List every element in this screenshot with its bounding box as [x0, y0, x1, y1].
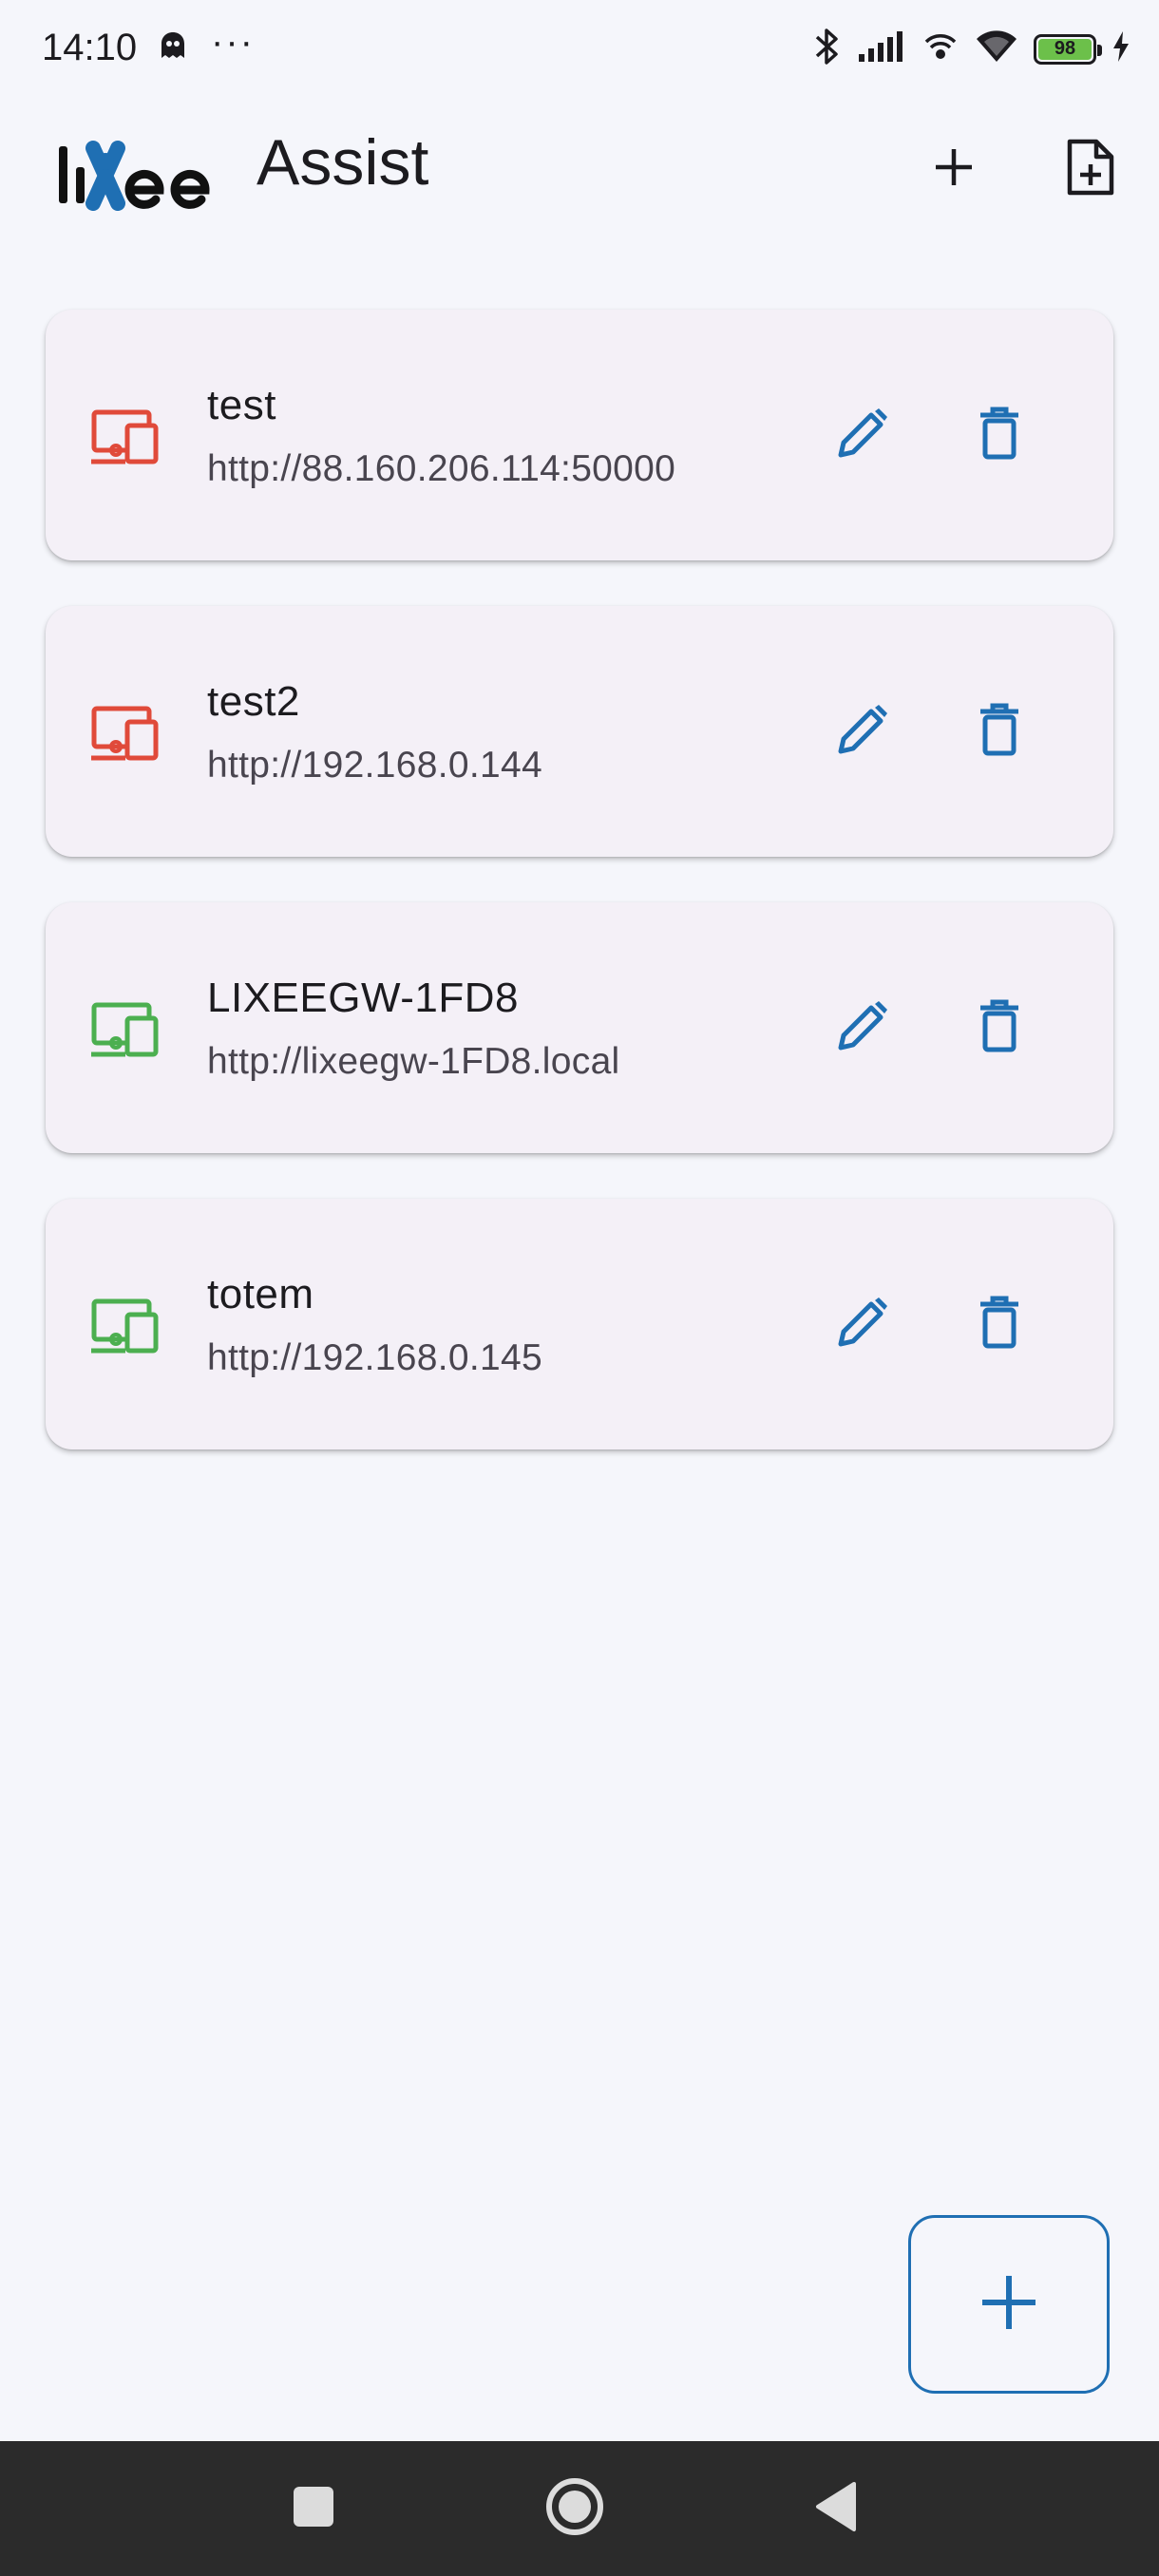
- add-icon: [932, 145, 976, 194]
- add-icon: [978, 2272, 1039, 2338]
- device-card[interactable]: test2 http://192.168.0.144: [46, 606, 1113, 857]
- trash-icon: [978, 999, 1020, 1057]
- recent-apps-icon: [292, 2485, 335, 2533]
- pencil-icon: [835, 998, 890, 1058]
- pencil-icon: [835, 702, 890, 762]
- home-icon: [544, 2476, 605, 2542]
- devices-icon: [91, 705, 160, 762]
- back-button[interactable]: [803, 2475, 869, 2542]
- device-name: test: [207, 382, 276, 428]
- devices-icon: [91, 1297, 160, 1354]
- device-name: totem: [207, 1271, 314, 1317]
- charging-icon: [1112, 29, 1130, 68]
- device-url: http://88.160.206.114:50000: [207, 448, 676, 489]
- bluetooth-icon: [811, 27, 842, 71]
- pencil-icon: [835, 1295, 890, 1354]
- delete-button[interactable]: [961, 397, 1037, 473]
- edit-button[interactable]: [825, 693, 901, 769]
- devices-icon: [91, 408, 160, 465]
- battery-icon: 98: [1034, 33, 1102, 65]
- device-url: http://lixeegw-1FD8.local: [207, 1041, 620, 1082]
- add-button[interactable]: [916, 131, 992, 207]
- wifi-icon: [975, 28, 1018, 70]
- status-more-indicator: ···: [211, 21, 255, 63]
- devices-icon: [91, 1001, 160, 1058]
- device-name: LIXEEGW-1FD8: [207, 975, 519, 1021]
- lixee-logo: [55, 123, 228, 216]
- home-button[interactable]: [542, 2475, 608, 2542]
- edit-button[interactable]: [825, 990, 901, 1066]
- delete-button[interactable]: [961, 693, 1037, 769]
- back-icon: [814, 2481, 858, 2537]
- status-time: 14:10: [42, 27, 138, 68]
- delete-button[interactable]: [961, 1286, 1037, 1362]
- recent-apps-button[interactable]: [280, 2475, 347, 2542]
- edit-button[interactable]: [825, 397, 901, 473]
- app-bar: Assist: [0, 104, 1159, 218]
- device-list: test http://88.160.206.114:50000 test2 h…: [46, 310, 1113, 1495]
- device-card[interactable]: totem http://192.168.0.145: [46, 1199, 1113, 1449]
- pencil-icon: [835, 406, 890, 465]
- hotspot-icon: [922, 28, 960, 70]
- device-card[interactable]: LIXEEGW-1FD8 http://lixeegw-1FD8.local: [46, 902, 1113, 1153]
- battery-level: 98: [1038, 38, 1092, 60]
- app-title: Assist: [256, 126, 429, 199]
- navigation-bar: [0, 2441, 1159, 2576]
- device-url: http://192.168.0.144: [207, 745, 542, 786]
- file-add-icon: [1066, 138, 1115, 201]
- signal-icon: [857, 29, 906, 68]
- trash-icon: [978, 1296, 1020, 1354]
- device-card[interactable]: test http://88.160.206.114:50000: [46, 310, 1113, 560]
- import-file-button[interactable]: [1053, 131, 1129, 207]
- status-bar: 14:10 ··· 98: [0, 0, 1159, 95]
- ghost-icon: [160, 31, 186, 65]
- edit-button[interactable]: [825, 1286, 901, 1362]
- device-url: http://192.168.0.145: [207, 1337, 542, 1378]
- delete-button[interactable]: [961, 990, 1037, 1066]
- trash-icon: [978, 703, 1020, 761]
- trash-icon: [978, 407, 1020, 464]
- device-name: test2: [207, 678, 300, 725]
- add-device-fab[interactable]: [908, 2215, 1110, 2394]
